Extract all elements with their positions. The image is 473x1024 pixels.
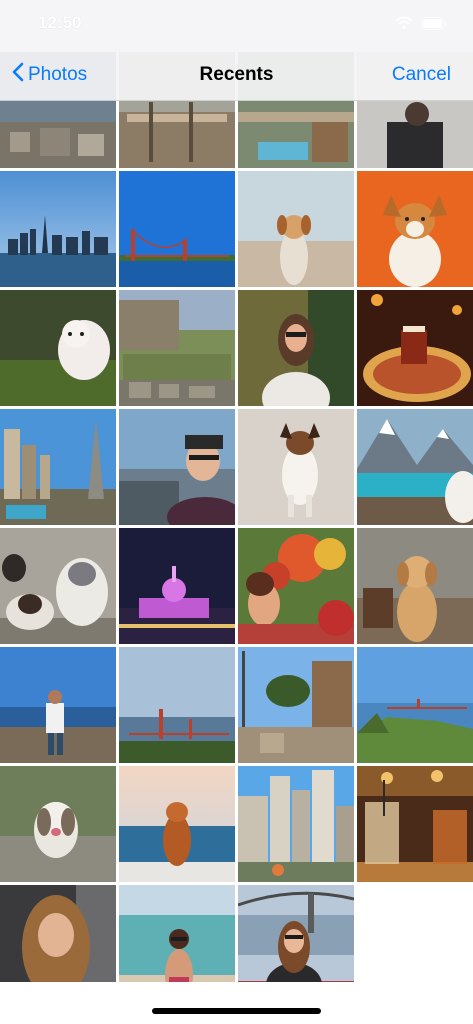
photo-fluffy-dog-grass[interactable] [0,290,116,406]
photo-golden-gate-bridge[interactable] [119,171,235,287]
photo-cocktails[interactable] [357,766,473,882]
photo-zoo-enclosure[interactable] [119,290,235,406]
photo-las-vegas-strip[interactable] [0,409,116,525]
photo-woman-flowers[interactable] [238,528,354,644]
photo-man-selfie[interactable] [119,409,235,525]
photo-lake-mountains[interactable] [357,409,473,525]
photo-city-buildings[interactable] [238,766,354,882]
photo-golden-retriever[interactable] [357,528,473,644]
photo-shih-tzu[interactable] [0,766,116,882]
navigation-header: 12:50 Photos Recents Cancel [0,0,473,101]
home-indicator[interactable] [152,1008,321,1014]
status-icons [395,16,447,30]
photo-cable-car[interactable] [238,647,354,763]
photo-city-skyline[interactable] [0,171,116,287]
photo-bay-hills[interactable] [357,647,473,763]
status-time: 12:50 [38,13,82,32]
photo-puppies-group[interactable] [0,528,116,644]
photo-city-hall-night[interactable] [119,528,235,644]
battery-icon [421,16,447,30]
photo-corgi-orange[interactable] [357,171,473,287]
photo-woman-portrait[interactable] [238,290,354,406]
bottom-safe-area [0,982,473,1024]
photo-man-coast[interactable] [0,647,116,763]
photo-dog-jumping-snow[interactable] [238,409,354,525]
cancel-button[interactable]: Cancel [392,64,451,86]
photo-dog-on-sand[interactable] [238,171,354,287]
photo-dessert-plate[interactable] [357,290,473,406]
wifi-icon [395,16,413,30]
photo-grid [0,52,473,1001]
photo-golden-gate-fog[interactable] [119,647,235,763]
photo-dog-beach[interactable] [119,766,235,882]
